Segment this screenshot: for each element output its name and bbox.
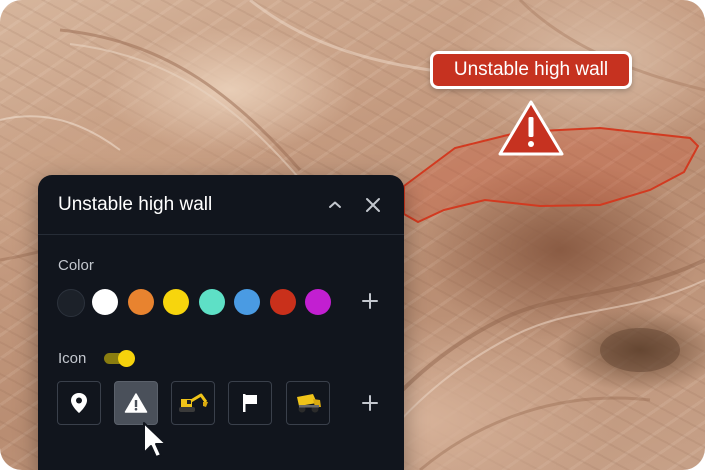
icon-option-warning[interactable] (114, 381, 158, 425)
icon-section-label: Icon (58, 350, 87, 367)
hazard-label[interactable]: Unstable high wall (430, 51, 632, 89)
color-swatch-dark[interactable] (57, 289, 85, 317)
mouse-cursor-icon (143, 422, 167, 458)
icon-option-location[interactable] (57, 381, 101, 425)
location-pin-icon (71, 393, 87, 413)
color-section-label: Color (58, 257, 94, 274)
color-swatch-blue[interactable] (234, 289, 260, 315)
icon-option-flag[interactable] (228, 381, 272, 425)
color-swatch-orange[interactable] (128, 289, 154, 315)
close-icon (366, 197, 380, 212)
plus-icon (362, 395, 378, 411)
icon-option-excavator[interactable] (171, 381, 215, 425)
icon-option-dump-truck[interactable] (286, 381, 330, 425)
close-button[interactable] (362, 194, 384, 216)
color-swatch-teal[interactable] (199, 289, 225, 315)
color-swatch-white[interactable] (92, 289, 118, 315)
color-swatch-yellow[interactable] (163, 289, 189, 315)
dump-truck-icon (297, 394, 321, 413)
map-canvas[interactable]: Unstable high wall Unstable high wall Co… (0, 0, 705, 470)
collapse-button[interactable] (324, 194, 346, 216)
color-swatch-purple[interactable] (305, 289, 331, 315)
warning-triangle-icon (124, 393, 148, 413)
hazard-warning-marker (498, 100, 564, 156)
annotation-panel: Unstable high wall Color Icon (38, 175, 404, 470)
color-swatch-red[interactable] (270, 289, 296, 315)
panel-header: Unstable high wall (38, 175, 404, 235)
chevron-up-icon (329, 201, 341, 208)
flag-icon (243, 394, 257, 412)
add-color-button[interactable] (359, 290, 381, 312)
toggle-knob (118, 350, 135, 367)
add-icon-button[interactable] (359, 392, 381, 414)
plus-icon (362, 293, 378, 309)
panel-title[interactable]: Unstable high wall (58, 194, 308, 216)
excavator-icon (179, 393, 208, 412)
icon-toggle[interactable] (104, 350, 138, 367)
